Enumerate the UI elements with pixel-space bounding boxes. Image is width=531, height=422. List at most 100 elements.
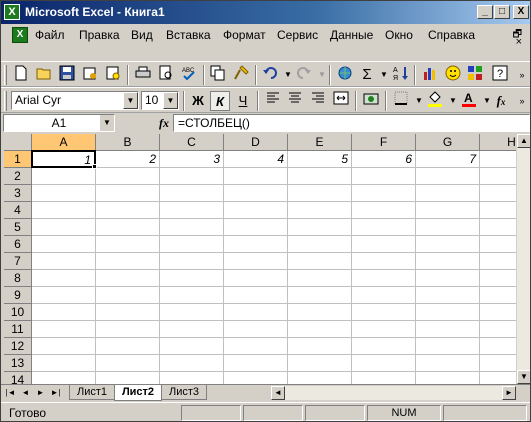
save-icon[interactable] [57, 65, 77, 85]
row-header-6[interactable]: 6 [4, 236, 32, 253]
merge-center-icon[interactable] [331, 91, 351, 111]
sheet-tab-1[interactable]: Лист1 [69, 385, 115, 400]
cell-a12[interactable] [32, 338, 96, 355]
smiley-icon[interactable] [443, 65, 463, 85]
cell-b11[interactable] [96, 321, 160, 338]
maximize-button[interactable]: □ [494, 5, 510, 19]
cell-b6[interactable] [96, 236, 160, 253]
cell-c1[interactable]: 3 [160, 151, 224, 168]
cell-h13[interactable] [480, 355, 519, 372]
cell-a11[interactable] [32, 321, 96, 338]
row-header-9[interactable]: 9 [4, 287, 32, 304]
cell-g7[interactable] [416, 253, 480, 270]
cell-c8[interactable] [160, 270, 224, 287]
open-icon[interactable] [34, 65, 54, 85]
cell-g1[interactable]: 7 [416, 151, 480, 168]
cell-b5[interactable] [96, 219, 160, 236]
cell-e1[interactable]: 5 [288, 151, 352, 168]
sheet-tab-3[interactable]: Лист3 [161, 385, 207, 400]
cell-h3[interactable] [480, 185, 519, 202]
cell-d12[interactable] [224, 338, 288, 355]
cell-a4[interactable] [32, 202, 96, 219]
vertical-scrollbar[interactable]: ▲ ▼ [516, 134, 530, 384]
menu-insert[interactable]: Вставка [166, 28, 211, 42]
chart-wizard-icon[interactable] [420, 65, 440, 85]
chevron-down-icon[interactable]: ▼ [163, 92, 178, 109]
cell-h12[interactable] [480, 338, 519, 355]
menu-data[interactable]: Данные [330, 28, 373, 42]
cell-f7[interactable] [352, 253, 416, 270]
toolbar-overflow-icon[interactable]: » [512, 91, 530, 111]
column-header-f[interactable]: F [352, 134, 416, 151]
row-header-11[interactable]: 11 [4, 321, 32, 338]
help-icon[interactable]: ? [490, 65, 510, 85]
cell-f8[interactable] [352, 270, 416, 287]
cell-d1[interactable]: 4 [224, 151, 288, 168]
cell-d14[interactable] [224, 372, 288, 384]
cell-g6[interactable] [416, 236, 480, 253]
cell-g8[interactable] [416, 270, 480, 287]
doc-close-button[interactable]: × [516, 36, 522, 48]
fx-icon[interactable]: fx [159, 116, 169, 131]
copy-icon[interactable] [208, 65, 228, 85]
cell-e4[interactable] [288, 202, 352, 219]
cell-f4[interactable] [352, 202, 416, 219]
cell-d9[interactable] [224, 287, 288, 304]
minimize-button[interactable]: _ [477, 5, 493, 19]
first-sheet-icon[interactable]: |◄ [4, 386, 17, 400]
cell-h14[interactable] [480, 372, 519, 384]
print-icon[interactable] [133, 65, 153, 85]
cell-d8[interactable] [224, 270, 288, 287]
print-preview-icon[interactable] [156, 65, 176, 85]
menu-help[interactable]: Справка [428, 28, 475, 42]
spelling-icon[interactable]: ABC [179, 65, 199, 85]
undo-icon[interactable] [260, 65, 280, 85]
cell-a5[interactable] [32, 219, 96, 236]
cell-f11[interactable] [352, 321, 416, 338]
column-header-e[interactable]: E [288, 134, 352, 151]
cell-b10[interactable] [96, 304, 160, 321]
document-icon[interactable]: X [12, 27, 28, 43]
cell-h6[interactable] [480, 236, 519, 253]
formula-input[interactable]: =СТОЛБЕЦ() [173, 114, 530, 132]
scroll-right-icon[interactable]: ► [502, 386, 516, 400]
scroll-left-icon[interactable]: ◄ [271, 386, 285, 400]
cell-d3[interactable] [224, 185, 288, 202]
prev-sheet-icon[interactable]: ◄ [19, 386, 32, 400]
hyperlink-icon[interactable] [335, 65, 355, 85]
menu-tools[interactable]: Сервис [277, 28, 318, 42]
format-painter-icon[interactable] [231, 65, 251, 85]
cell-a7[interactable] [32, 253, 96, 270]
cell-b1[interactable]: 2 [96, 151, 160, 168]
borders-icon[interactable] [391, 91, 411, 111]
cell-d4[interactable] [224, 202, 288, 219]
cell-e11[interactable] [288, 321, 352, 338]
cell-d13[interactable] [224, 355, 288, 372]
cell-c12[interactable] [160, 338, 224, 355]
cell-g2[interactable] [416, 168, 480, 185]
scroll-up-icon[interactable]: ▲ [517, 134, 530, 148]
row-header-4[interactable]: 4 [4, 202, 32, 219]
cell-a6[interactable] [32, 236, 96, 253]
cell-g10[interactable] [416, 304, 480, 321]
cell-h1[interactable] [480, 151, 519, 168]
row-header-1[interactable]: 1 [4, 151, 32, 168]
cell-f6[interactable] [352, 236, 416, 253]
cell-a2[interactable] [32, 168, 96, 185]
font-name-select[interactable]: Arial Cyr ▼ [11, 91, 139, 110]
cell-c11[interactable] [160, 321, 224, 338]
cell-h5[interactable] [480, 219, 519, 236]
cell-b13[interactable] [96, 355, 160, 372]
cell-b14[interactable] [96, 372, 160, 384]
row-header-12[interactable]: 12 [4, 338, 32, 355]
italic-button[interactable]: К [210, 91, 230, 111]
column-header-c[interactable]: C [160, 134, 224, 151]
cell-c3[interactable] [160, 185, 224, 202]
cell-g12[interactable] [416, 338, 480, 355]
fill-handle[interactable] [92, 164, 97, 169]
cell-e6[interactable] [288, 236, 352, 253]
cell-c5[interactable] [160, 219, 224, 236]
column-header-d[interactable]: D [224, 134, 288, 151]
font-size-select[interactable]: 10 ▼ [141, 91, 179, 110]
cell-c13[interactable] [160, 355, 224, 372]
